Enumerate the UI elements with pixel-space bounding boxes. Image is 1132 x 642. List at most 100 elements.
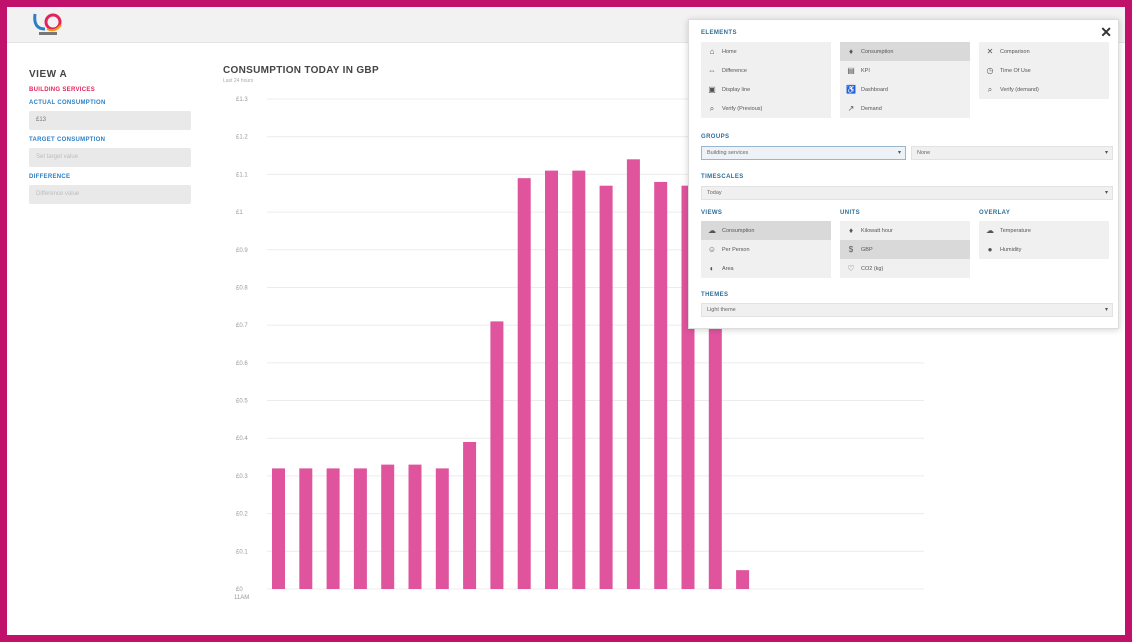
option-label: Dashboard [861, 86, 888, 93]
summary-sidebar: VIEW A BUILDING SERVICES ACTUAL CONSUMPT… [29, 69, 199, 204]
bar[interactable] [736, 570, 750, 589]
time-of-use-icon: ◷ [986, 66, 994, 75]
bar[interactable] [299, 468, 313, 589]
option-label: Area [722, 265, 734, 272]
bar[interactable] [381, 464, 395, 589]
option-label: Comparison [1000, 48, 1030, 55]
y-tick-label: £0.6 [236, 361, 248, 367]
chart-title: CONSUMPTION TODAY IN GBP [223, 65, 379, 76]
dashboard-icon: ♿ [846, 85, 856, 94]
kpi-icon: ▤ [847, 66, 855, 75]
option-area[interactable]: ◐ Area [701, 259, 831, 278]
y-tick-label: £0.5 [236, 399, 248, 405]
option-time-of-use[interactable]: ◷ Time Of Use [979, 61, 1109, 80]
close-icon[interactable]: ✕ [1100, 24, 1112, 41]
option-label: Demand [861, 105, 882, 112]
option-label: Kilowatt hour [861, 227, 893, 234]
bar[interactable] [626, 159, 640, 590]
option-verify-demand[interactable]: ⌕ Verify (demand) [979, 80, 1109, 99]
option-label: Consumption [861, 48, 894, 55]
option-temperature[interactable]: ☁ Temperature [979, 221, 1109, 240]
y-tick-label: £1.3 [236, 97, 248, 103]
verify-icon: ⌕ [709, 103, 715, 113]
comparison-icon: ✕ [986, 47, 994, 56]
target-consumption-field[interactable]: Set target value [29, 148, 191, 167]
logo-icon[interactable] [31, 11, 67, 39]
option-label: Verify (Previous) [722, 105, 763, 112]
target-consumption-label: TARGET CONSUMPTION [29, 137, 106, 143]
option-per-person[interactable]: ☺ Per Person [701, 240, 831, 259]
option-humidity[interactable]: ● Humidity [979, 240, 1109, 259]
verify-demand-icon: ⌕ [987, 84, 993, 94]
y-tick-label: £0.8 [236, 285, 248, 291]
actual-consumption-value: £13 [29, 111, 191, 130]
option-display-line[interactable]: ▣ Display line [701, 80, 831, 99]
consumption-icon: ♦ [848, 47, 854, 56]
elements-heading: ELEMENTS [701, 30, 737, 36]
group-secondary-select[interactable]: None ▾ [911, 146, 1113, 160]
y-tick-label: £0 [236, 587, 243, 593]
option-home[interactable]: ⌂ Home [701, 42, 831, 61]
app-frame: VIEW A BUILDING SERVICES ACTUAL CONSUMPT… [7, 7, 1125, 635]
demand-icon: ↗ [847, 104, 855, 113]
overlay-heading: OVERLAY [979, 210, 1011, 216]
views-heading: VIEWS [701, 210, 723, 216]
group-primary-select[interactable]: Building services ▾ [701, 146, 906, 160]
option-kpi[interactable]: ▤ KPI [840, 61, 970, 80]
theme-select[interactable]: Light theme ▾ [701, 303, 1113, 317]
option-label: Consumption [722, 227, 755, 234]
y-tick-label: £1.1 [236, 172, 248, 178]
elements-column-3: ✕ Comparison ◷ Time Of Use ⌕ Verify (demand) [979, 42, 1109, 99]
co2-icon: ♡ [847, 264, 855, 273]
y-tick-label: £0.1 [236, 549, 248, 555]
bar[interactable] [490, 321, 504, 589]
chart-subtitle: Last 24 hours [223, 78, 254, 84]
bar[interactable] [272, 468, 285, 589]
home-icon: ⌂ [709, 47, 715, 56]
bar[interactable] [545, 170, 558, 589]
view-title: VIEW A [29, 69, 68, 80]
option-comparison[interactable]: ✕ Comparison [979, 42, 1109, 61]
y-tick-label: £0.4 [236, 436, 248, 442]
option-consumption[interactable]: ☁ Consumption [701, 221, 831, 240]
x-tick-label: 11AM [234, 595, 249, 601]
option-label: Difference [722, 67, 747, 74]
bar[interactable] [326, 468, 340, 589]
consumption-view-icon: ☁ [708, 226, 716, 235]
option-label: Temperature [1000, 227, 1031, 234]
option-gbp[interactable]: $ GBP [840, 240, 970, 259]
option-kilowatt-hour[interactable]: ♦ Kilowatt hour [840, 221, 970, 240]
option-difference[interactable]: ⇔ Difference [701, 61, 831, 80]
timescale-select[interactable]: Today ▾ [701, 186, 1113, 200]
chevron-down-icon: ▾ [1104, 150, 1108, 156]
option-label: Display line [722, 86, 751, 93]
timescales-heading: TIMESCALES [701, 174, 744, 180]
option-label: Per Person [722, 246, 750, 253]
bar[interactable] [435, 468, 449, 589]
bar[interactable] [708, 328, 722, 589]
gbp-icon: $ [848, 245, 854, 254]
bar[interactable] [572, 170, 586, 589]
bar[interactable] [463, 442, 477, 589]
option-label: CO2 (kg) [861, 265, 884, 272]
option-demand[interactable]: ↗ Demand [840, 99, 970, 118]
bar[interactable] [517, 178, 531, 589]
actual-consumption-label: ACTUAL CONSUMPTION [29, 100, 106, 106]
theme-value: Light theme [707, 307, 736, 313]
bar[interactable] [353, 468, 367, 589]
settings-panel: ✕ ELEMENTS ⌂ Home ⇔ Difference ▣ Display line… [688, 19, 1119, 329]
option-verify-previous[interactable]: ⌕ Verify (Previous) [701, 99, 831, 118]
y-tick-label: £0.7 [236, 323, 248, 329]
building-services-label: BUILDING SERVICES [29, 87, 95, 93]
y-tick-label: £1.2 [236, 135, 248, 141]
difference-label: DIFFERENCE [29, 174, 71, 180]
option-dashboard[interactable]: ♿ Dashboard [840, 80, 970, 99]
option-label: KPI [861, 67, 870, 74]
option-co2-kg[interactable]: ♡ CO2 (kg) [840, 259, 970, 278]
bar[interactable] [408, 464, 422, 589]
chevron-down-icon: ▾ [1104, 307, 1108, 313]
bar[interactable] [599, 185, 613, 589]
bar[interactable] [654, 181, 668, 589]
option-consumption[interactable]: ♦ Consumption [840, 42, 970, 61]
y-tick-label: £0.3 [236, 474, 248, 480]
